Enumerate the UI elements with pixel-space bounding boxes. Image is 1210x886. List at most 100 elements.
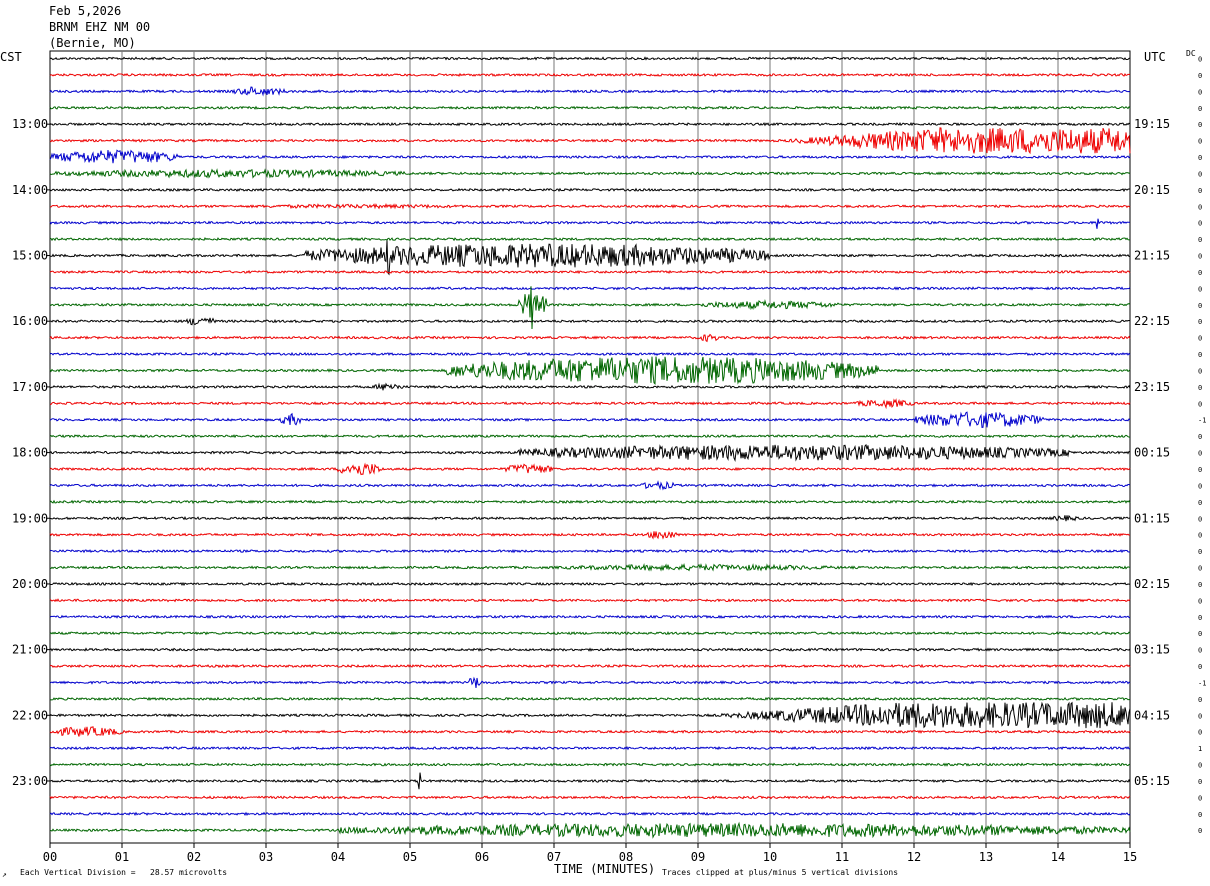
trace-31 — [49, 562, 1131, 572]
dc-offset-label: 0 — [1198, 450, 1202, 458]
dc-offset-label: 0 — [1198, 794, 1202, 802]
trace-44 — [49, 772, 1131, 790]
trace-26 — [49, 480, 1131, 491]
x-tick-label: 14 — [1051, 850, 1065, 864]
trace-24 — [49, 443, 1131, 463]
dc-offset-label: -1 — [1198, 417, 1206, 425]
utc-hour-label: 21:15 — [1134, 249, 1170, 263]
dc-offset-label: 0 — [1198, 630, 1202, 638]
dc-offset-label: 1 — [1198, 745, 1202, 753]
dc-offset-label: 0 — [1198, 400, 1202, 408]
cst-hour-label: 18:00 — [12, 446, 48, 460]
trace-1 — [49, 72, 1131, 78]
trace-18 — [49, 351, 1131, 357]
x-axis-title: TIME (MINUTES) — [554, 862, 656, 876]
dc-offset-label: 0 — [1198, 318, 1202, 326]
trace-47 — [49, 821, 1131, 839]
x-tick-label: 12 — [907, 850, 921, 864]
trace-32 — [49, 581, 1131, 587]
utc-hour-label: 05:15 — [1134, 774, 1170, 788]
x-tick-label: 05 — [403, 850, 417, 864]
x-tick-label: 09 — [691, 850, 705, 864]
trace-0 — [49, 56, 1131, 61]
trace-17 — [49, 333, 1131, 343]
trace-16 — [49, 317, 1131, 326]
trace-25 — [49, 462, 1131, 476]
cst-hour-label: 13:00 — [12, 117, 48, 131]
dc-offset-label: 0 — [1198, 351, 1202, 359]
dc-offset-label: 0 — [1198, 548, 1202, 556]
dc-offset-label: 0 — [1198, 712, 1202, 720]
trace-38 — [49, 676, 1131, 688]
utc-hour-label: 01:15 — [1134, 511, 1170, 525]
utc-hour-label: 02:15 — [1134, 577, 1170, 591]
dc-offset-label: 0 — [1198, 335, 1202, 343]
utc-hour-label: 20:15 — [1134, 183, 1170, 197]
dc-offset-label: 0 — [1198, 482, 1202, 490]
cst-hour-label: 15:00 — [12, 249, 48, 263]
dc-offset-label: 0 — [1198, 647, 1202, 655]
trace-27 — [49, 499, 1131, 504]
dc-offset-label: 0 — [1198, 187, 1202, 195]
cst-hour-label: 19:00 — [12, 511, 48, 525]
dc-offset-label: 0 — [1198, 72, 1202, 80]
utc-hour-label: 04:15 — [1134, 708, 1170, 722]
x-tick-label: 13 — [979, 850, 993, 864]
trace-46 — [49, 811, 1131, 816]
trace-41 — [49, 726, 1131, 737]
cst-hour-label: 22:00 — [12, 708, 48, 722]
dc-offset-label: 0 — [1198, 565, 1202, 573]
trace-11 — [49, 236, 1131, 242]
trace-36 — [49, 647, 1131, 652]
trace-21 — [49, 398, 1131, 410]
utc-hour-label: 23:15 — [1134, 380, 1170, 394]
dc-offset-label: 0 — [1198, 170, 1202, 178]
trace-8 — [49, 187, 1130, 193]
dc-offset-label: 0 — [1198, 729, 1202, 737]
dc-offset-label: 0 — [1198, 614, 1202, 622]
x-tick-label: 10 — [763, 850, 777, 864]
trace-4 — [49, 121, 1131, 127]
utc-hour-label: 00:15 — [1134, 446, 1170, 460]
trace-39 — [49, 696, 1131, 701]
trace-29 — [49, 530, 1131, 540]
x-tick-label: 00 — [43, 850, 57, 864]
dc-offset-label: 0 — [1198, 253, 1202, 261]
seismogram-plot: 00 01 02 03 04 05 06 07 08 09 10 11 12 13 14 1513:0014:… — [12, 50, 1206, 864]
trace-33 — [49, 598, 1131, 603]
trace-30 — [49, 548, 1130, 554]
trace-13 — [49, 269, 1131, 275]
dc-offset-label: 0 — [1198, 384, 1202, 392]
trace-23 — [49, 434, 1131, 439]
x-tick-label: 15 — [1123, 850, 1137, 864]
dc-offset-label: 0 — [1198, 811, 1202, 819]
x-tick-label: 01 — [115, 850, 129, 864]
dc-offset-label: 0 — [1198, 367, 1202, 375]
trace-42 — [49, 746, 1131, 751]
utc-hour-label: 19:15 — [1134, 117, 1170, 131]
x-tick-label: 06 — [475, 850, 489, 864]
dc-offset-label: 0 — [1198, 827, 1202, 835]
trace-45 — [49, 795, 1131, 800]
dc-offset-label: -1 — [1198, 679, 1206, 687]
trace-40 — [49, 701, 1131, 729]
trace-6 — [49, 149, 1131, 164]
cst-hour-label: 20:00 — [12, 577, 48, 591]
corner-mark-icon: ↗ — [2, 870, 7, 879]
dc-offset-label: 0 — [1198, 499, 1202, 507]
trace-28 — [50, 514, 1131, 522]
trace-10 — [49, 218, 1131, 229]
trace-2 — [49, 86, 1131, 97]
trace-5 — [49, 127, 1131, 155]
dc-offset-label: 0 — [1198, 56, 1202, 64]
dc-offset-label: 0 — [1198, 778, 1202, 786]
dc-offset-label: 0 — [1198, 433, 1202, 441]
x-tick-label: 04 — [331, 850, 345, 864]
dc-offset-label: 0 — [1198, 269, 1202, 277]
dc-offset-label: 0 — [1198, 581, 1202, 589]
x-tick-label: 11 — [835, 850, 849, 864]
dc-offset-label: 0 — [1198, 236, 1202, 244]
dc-offset-label: 0 — [1198, 762, 1202, 770]
dc-offset-label: 0 — [1198, 203, 1202, 211]
dc-offset-label: 0 — [1198, 121, 1202, 129]
